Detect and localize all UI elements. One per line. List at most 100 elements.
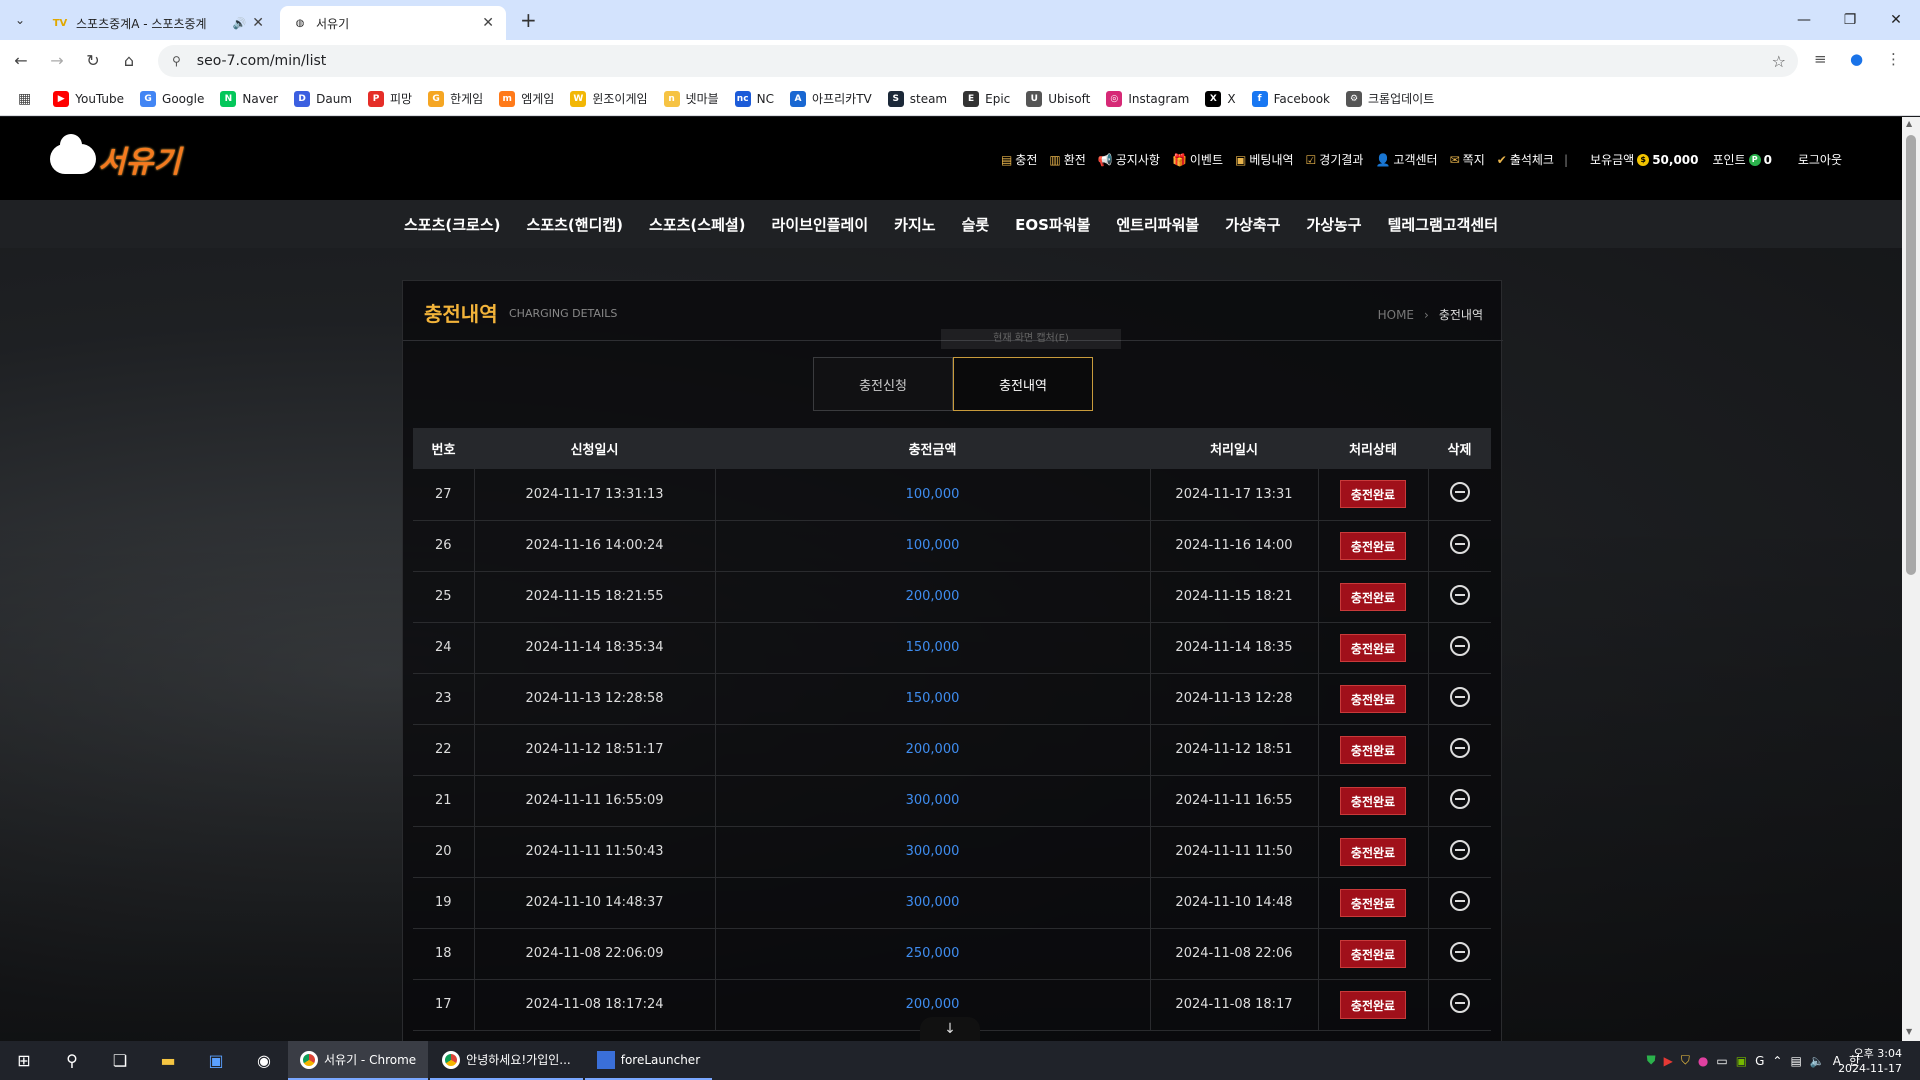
delete-minus-icon[interactable] — [1449, 686, 1470, 707]
google-icon[interactable]: G — [1755, 1054, 1764, 1068]
nav-item-0[interactable]: 스포츠(크로스) — [404, 214, 501, 235]
security-icon[interactable]: ⛉ — [1681, 1053, 1690, 1068]
bookmark-9[interactable]: nc NC — [734, 90, 774, 107]
top-menu-item-5[interactable]: ☑ 경기결과 — [1306, 151, 1364, 168]
back-icon[interactable]: ← — [8, 48, 34, 74]
top-menu-item-3[interactable]: 🎁 이벤트 — [1172, 151, 1223, 168]
tab-charge-request[interactable]: 충전신청 — [813, 357, 953, 411]
menu-kebab-icon[interactable]: ⋮ — [1886, 50, 1901, 68]
play-icon[interactable]: ▶ — [1664, 1054, 1673, 1068]
store-icon[interactable]: ▣ — [192, 1041, 240, 1080]
bookmark-3[interactable]: D Daum — [294, 90, 352, 107]
media-control-icon[interactable]: ≡ — [1814, 50, 1827, 68]
delete-minus-icon[interactable] — [1449, 839, 1470, 860]
logout-button[interactable]: 로그아웃 — [1798, 151, 1842, 168]
taskbar-clock[interactable]: 오후 3:04 2024-11-17 — [1838, 1046, 1902, 1076]
network-icon[interactable]: ▤ — [1790, 1054, 1801, 1068]
chat-icon[interactable]: ● — [1698, 1054, 1708, 1068]
delete-minus-icon[interactable] — [1449, 533, 1470, 554]
bookmark-10[interactable]: A 아프리카TV — [790, 90, 872, 107]
close-tab-icon[interactable]: ✕ — [252, 15, 264, 31]
top-menu-item-8[interactable]: ✔ 출석체크 — [1497, 151, 1554, 168]
bookmark-15[interactable]: XX — [1205, 90, 1236, 107]
scroll-down-icon[interactable]: ▼ — [1906, 1027, 1912, 1036]
browser-tab-sports[interactable]: TV 스포츠중계A - 스포츠중계 🔊 ✕ — [40, 6, 276, 40]
bookmark-0[interactable]: ▶ YouTube — [53, 90, 124, 107]
address-bar[interactable]: ⚲ seo-7.com/min/list ☆ — [158, 45, 1798, 77]
profile-icon[interactable]: ● — [1850, 50, 1863, 68]
bookmark-5[interactable]: G 한게임 — [428, 90, 483, 107]
bookmark-4[interactable]: P 피망 — [368, 90, 412, 107]
drive-icon[interactable]: ▭ — [1716, 1054, 1727, 1068]
restore-icon[interactable]: ❐ — [1830, 6, 1870, 34]
nav-item-10[interactable]: 텔레그램고객센터 — [1388, 214, 1498, 235]
close-tab-icon[interactable]: ✕ — [482, 15, 494, 31]
nav-item-7[interactable]: 엔트리파워볼 — [1116, 214, 1199, 235]
scroll-up-icon[interactable]: ▲ — [1906, 119, 1912, 128]
nav-item-9[interactable]: 가상농구 — [1306, 214, 1361, 235]
nav-item-1[interactable]: 스포츠(핸디캡) — [527, 214, 624, 235]
delete-minus-icon[interactable] — [1449, 890, 1470, 911]
browser-tab-seoyugi[interactable]: ◍ 서유기 ✕ — [280, 6, 506, 40]
delete-minus-icon[interactable] — [1449, 482, 1470, 503]
breadcrumb-home[interactable]: HOME — [1378, 308, 1414, 322]
bookmark-7[interactable]: W 윈조이게임 — [570, 90, 648, 107]
reload-icon[interactable]: ↻ — [80, 48, 106, 74]
shield-icon[interactable]: ⛊ — [1647, 1053, 1656, 1068]
windows-start-icon[interactable]: ⊞ — [0, 1041, 48, 1080]
chrome-pinned-icon[interactable]: ◉ — [240, 1041, 288, 1080]
taskbar-app-chrome-signup[interactable]: 안녕하세요!가입인... — [430, 1041, 583, 1080]
site-logo[interactable]: 서유기 — [50, 134, 190, 181]
top-menu-item-0[interactable]: ▤ 충전 — [1001, 151, 1037, 168]
scrollbar-thumb[interactable] — [1906, 135, 1916, 575]
nav-item-4[interactable]: 카지노 — [894, 214, 935, 235]
nav-item-5[interactable]: 슬롯 — [962, 214, 990, 235]
apps-grid-icon[interactable]: ▦ — [18, 91, 31, 107]
delete-minus-icon[interactable] — [1449, 635, 1470, 656]
tab-search-icon[interactable]: ⌄ — [8, 8, 32, 32]
nvidia-icon[interactable]: ▣ — [1736, 1054, 1747, 1068]
taskbar-app-chrome-seoyugi[interactable]: 서유기 - Chrome — [288, 1041, 429, 1080]
bookmark-11[interactable]: Ssteam — [887, 90, 947, 107]
speaker-icon[interactable]: 🔊 — [233, 17, 247, 30]
delete-minus-icon[interactable] — [1449, 941, 1470, 962]
bookmark-13[interactable]: U Ubisoft — [1026, 90, 1090, 107]
nav-item-8[interactable]: 가상축구 — [1225, 214, 1280, 235]
bookmark-8[interactable]: n 넷마블 — [663, 90, 719, 107]
forward-icon[interactable]: → — [44, 48, 70, 74]
new-tab-icon[interactable]: + — [520, 8, 537, 32]
nav-item-3[interactable]: 라이브인플레이 — [772, 214, 869, 235]
taskbar-app-forelauncher[interactable]: foreLauncher — [584, 1041, 713, 1080]
tab-charge-history[interactable]: 충전내역 — [953, 357, 1093, 411]
scroll-down-arrow-icon[interactable]: ↓ — [920, 1017, 980, 1041]
nav-item-6[interactable]: EOS파워볼 — [1015, 214, 1090, 235]
home-icon[interactable]: ⌂ — [116, 48, 142, 74]
site-info-icon[interactable]: ⚲ — [172, 54, 181, 68]
search-icon[interactable]: ⚲ — [48, 1041, 96, 1080]
delete-minus-icon[interactable] — [1449, 992, 1470, 1013]
close-window-icon[interactable]: ✕ — [1876, 6, 1916, 34]
top-menu-item-1[interactable]: ▥ 환전 — [1049, 151, 1085, 168]
bookmark-12[interactable]: E Epic — [963, 90, 1010, 107]
delete-minus-icon[interactable] — [1449, 737, 1470, 758]
top-menu-item-2[interactable]: 📢 공지사항 — [1098, 151, 1160, 168]
task-view-icon[interactable]: ❏ — [96, 1041, 144, 1080]
file-explorer-icon[interactable]: ▬ — [144, 1041, 192, 1080]
delete-minus-icon[interactable] — [1449, 584, 1470, 605]
bookmark-16[interactable]: f Facebook — [1251, 90, 1330, 107]
bookmark-17[interactable]: ⚙ 크롬업데이트 — [1346, 90, 1434, 107]
bookmark-6[interactable]: m 엠게임 — [499, 90, 554, 107]
bookmark-2[interactable]: N Naver — [220, 90, 278, 107]
volume-icon[interactable]: 🔈 — [1810, 1054, 1825, 1068]
chevron-up-icon[interactable]: ⌃ — [1772, 1054, 1782, 1068]
delete-minus-icon[interactable] — [1449, 788, 1470, 809]
bookmark-star-icon[interactable]: ☆ — [1772, 52, 1786, 71]
top-menu-item-4[interactable]: ▣ 베팅내역 — [1235, 151, 1294, 168]
page-scrollbar[interactable]: ▲ ▼ — [1902, 117, 1920, 1041]
bookmark-14[interactable]: ◎ Instagram — [1106, 90, 1189, 107]
nav-item-2[interactable]: 스포츠(스페셜) — [649, 214, 746, 235]
bookmark-1[interactable]: G Google — [140, 90, 204, 107]
top-menu-item-7[interactable]: ✉ 쪽지 — [1450, 151, 1485, 168]
top-menu-item-6[interactable]: 👤 고객센터 — [1375, 151, 1437, 168]
minimize-icon[interactable]: — — [1784, 6, 1824, 34]
